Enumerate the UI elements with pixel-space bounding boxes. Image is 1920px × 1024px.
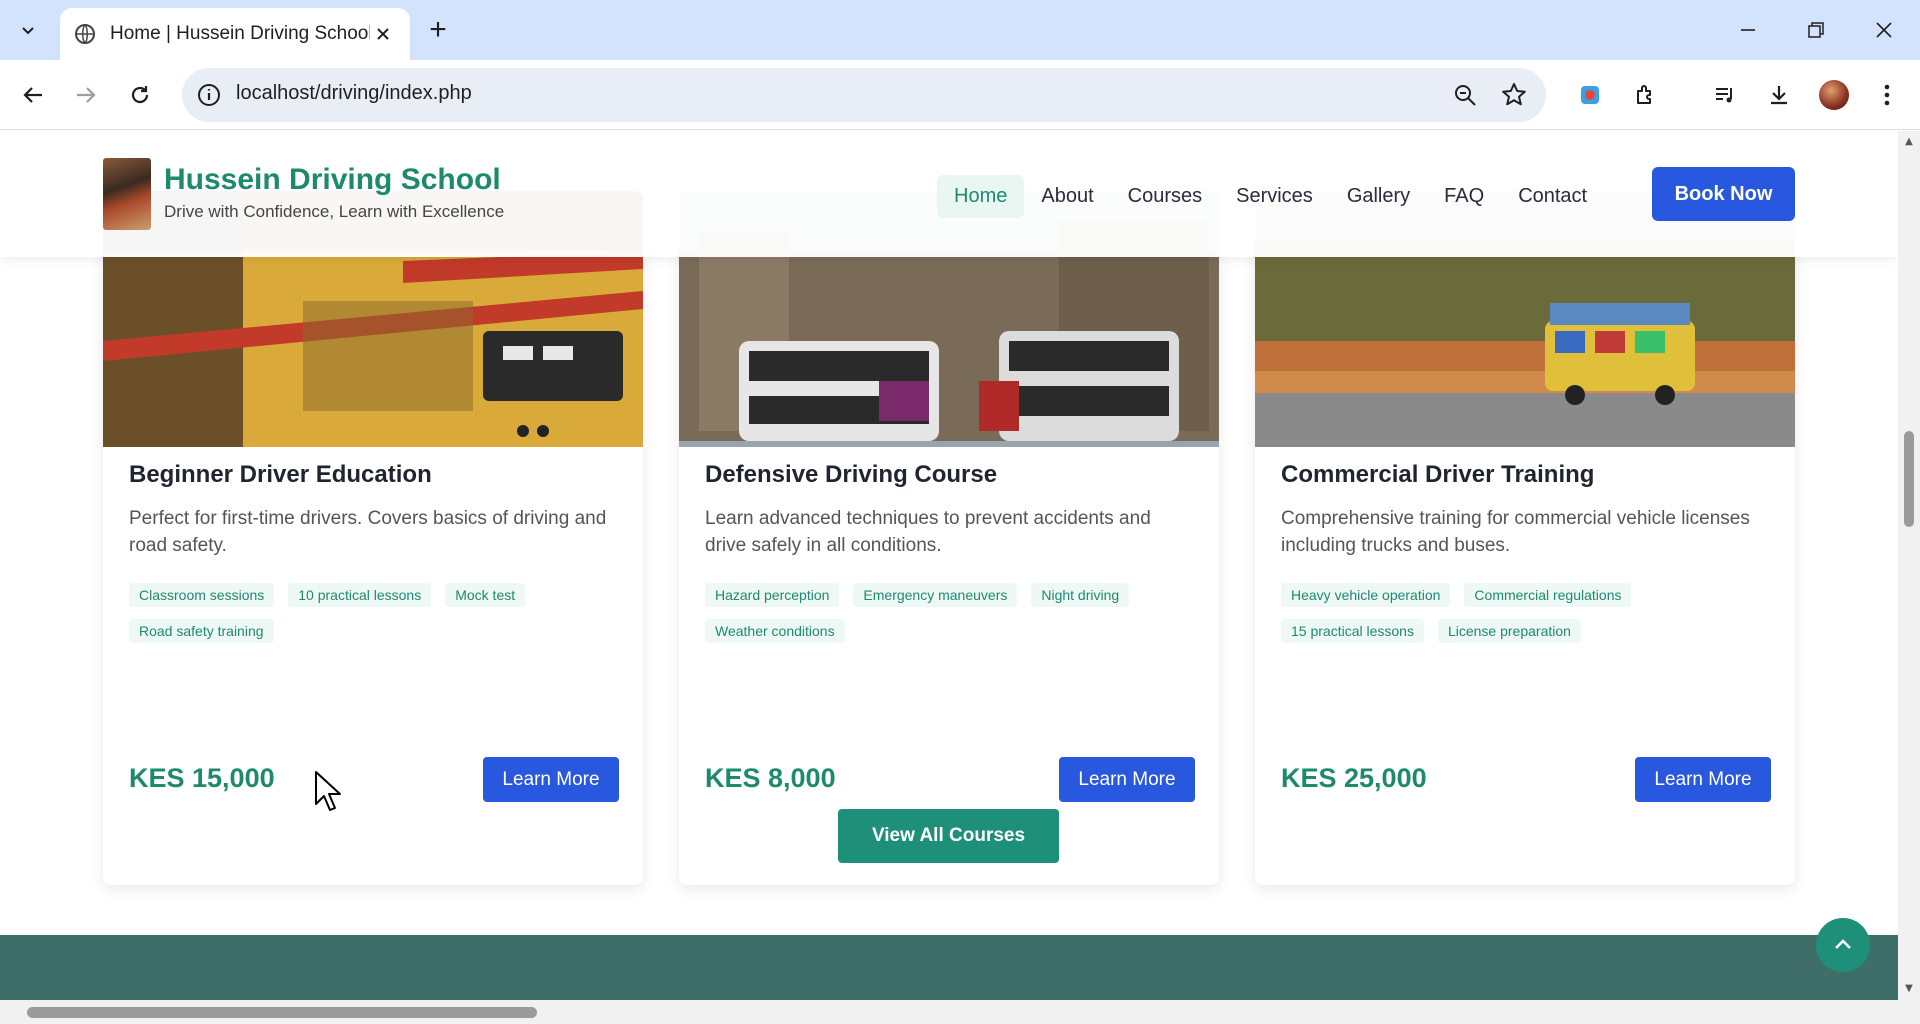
download-icon	[1771, 86, 1787, 105]
nav-item-gallery[interactable]: Gallery	[1330, 175, 1427, 218]
course-description: Perfect for first-time drivers. Covers b…	[129, 508, 607, 556]
zoom-icon[interactable]	[1452, 82, 1478, 108]
minimize-button[interactable]	[1728, 12, 1768, 48]
course-price: KES 8,000	[705, 763, 836, 793]
feature-tag: Classroom sessions	[129, 583, 275, 607]
back-to-top-button[interactable]	[1816, 918, 1870, 972]
avatar	[1819, 80, 1849, 110]
course-title: Commercial Driver Training	[1281, 461, 1595, 488]
feature-tag: 15 practical lessons	[1281, 619, 1424, 643]
tab-search-dropdown[interactable]	[10, 12, 46, 48]
course-description: Comprehensive training for commercial ve…	[1281, 508, 1750, 556]
feature-tag: License preparation	[1437, 619, 1581, 643]
feature-tag: Night driving	[1031, 583, 1130, 607]
feature-tag: Road safety training	[129, 619, 274, 643]
media-controls-button[interactable]	[1706, 76, 1744, 114]
feature-tag: Emergency maneuvers	[853, 583, 1018, 607]
reload-icon	[131, 86, 149, 104]
feature-tag: Commercial regulations	[1464, 583, 1632, 607]
browser-toolbar: localhost/driving/index.php	[0, 60, 1920, 130]
new-tab-button[interactable]: +	[422, 13, 454, 46]
chevron-up-icon	[1835, 939, 1851, 949]
nav-item-home[interactable]: Home	[937, 174, 1025, 218]
nav-item-contact[interactable]: Contact	[1501, 175, 1604, 218]
kebab-menu-icon	[1884, 84, 1890, 106]
feature-tag: Hazard perception	[705, 583, 840, 607]
learn-more-button[interactable]: Learn More	[483, 757, 619, 802]
feature-tag: 10 practical lessons	[288, 583, 432, 607]
site-info-icon[interactable]	[196, 82, 222, 108]
book-now-button[interactable]: Book Now	[1652, 167, 1795, 221]
nav-item-faq[interactable]: FAQ	[1427, 175, 1501, 218]
minimize-icon	[1741, 29, 1755, 31]
puzzle-icon	[1637, 85, 1651, 104]
logo-image[interactable]	[103, 158, 151, 230]
course-price: KES 25,000	[1281, 763, 1427, 793]
card-body: Commercial Driver Training Comprehensive…	[1281, 453, 1771, 643]
menu-button[interactable]	[1868, 76, 1906, 114]
globe-icon	[75, 24, 95, 44]
tab-title: Home | Hussein Driving School	[110, 23, 370, 44]
nav-item-about[interactable]: About	[1024, 175, 1110, 218]
view-all-courses-button[interactable]: View All Courses	[838, 809, 1059, 863]
course-title: Defensive Driving Course	[705, 461, 998, 488]
nav-item-services[interactable]: Services	[1219, 175, 1330, 218]
nav-item-courses[interactable]: Courses	[1111, 175, 1219, 218]
course-description: Learn advanced techniques to prevent acc…	[705, 508, 1151, 556]
browser-tab-bar: Home | Hussein Driving School +	[0, 0, 1920, 60]
course-features: Heavy vehicle operation Commercial regul…	[1281, 583, 1771, 643]
horizontal-scrollbar[interactable]	[0, 1000, 1920, 1024]
course-features: Hazard perception Emergency maneuvers Ni…	[705, 583, 1195, 643]
course-title: Beginner Driver Education	[129, 461, 432, 488]
course-card: Beginner Driver Education Perfect for fi…	[103, 191, 643, 885]
card-footer: KES 8,000 Learn More	[705, 757, 1195, 803]
card-body: Beginner Driver Education Perfect for fi…	[129, 453, 619, 643]
course-features: Classroom sessions 10 practical lessons …	[129, 583, 619, 643]
feature-tag: Mock test	[445, 583, 526, 607]
forward-button[interactable]	[67, 76, 105, 114]
back-button[interactable]	[14, 76, 52, 114]
vertical-scrollbar[interactable]: ▲ ▼	[1898, 131, 1920, 1000]
profile-button[interactable]	[1815, 76, 1853, 114]
card-footer: KES 25,000 Learn More	[1281, 757, 1771, 803]
restore-icon	[1808, 22, 1824, 38]
extension-recorder-button[interactable]	[1571, 76, 1609, 114]
url-text[interactable]: localhost/driving/index.php	[236, 82, 472, 105]
arrow-right-icon	[77, 87, 96, 103]
scroll-down-arrow-icon[interactable]: ▼	[1903, 984, 1915, 994]
site-header: Hussein Driving School Drive with Confid…	[0, 131, 1898, 257]
next-section-band	[0, 935, 1898, 1000]
extensions-button[interactable]	[1627, 76, 1665, 114]
brand-tagline: Drive with Confidence, Learn with Excell…	[164, 202, 505, 221]
record-extension-icon	[1581, 86, 1599, 104]
card-footer: KES 15,000 Learn More	[129, 757, 619, 803]
feature-tag: Weather conditions	[705, 619, 845, 643]
reload-button[interactable]	[121, 76, 159, 114]
main-nav: Home About Courses Services Gallery FAQ …	[937, 172, 1604, 220]
downloads-button[interactable]	[1760, 76, 1798, 114]
card-body: Defensive Driving Course Learn advanced …	[705, 453, 1195, 643]
arrow-left-icon	[23, 87, 42, 103]
close-icon	[1876, 22, 1892, 38]
page-viewport: Hussein Driving School Drive with Confid…	[0, 131, 1898, 1000]
browser-tab-active[interactable]: Home | Hussein Driving School	[60, 8, 410, 60]
vertical-scroll-thumb[interactable]	[1904, 431, 1914, 527]
chevron-down-icon	[22, 27, 34, 35]
address-bar[interactable]: localhost/driving/index.php	[182, 68, 1546, 122]
horizontal-scroll-thumb[interactable]	[27, 1007, 537, 1018]
learn-more-button[interactable]: Learn More	[1635, 757, 1771, 802]
playlist-icon	[1716, 88, 1732, 103]
close-window-button[interactable]	[1864, 12, 1904, 48]
brand-name[interactable]: Hussein Driving School	[164, 163, 501, 197]
restore-button[interactable]	[1796, 12, 1836, 48]
course-card: Defensive Driving Course Learn advanced …	[679, 191, 1219, 885]
scroll-up-arrow-icon[interactable]: ▲	[1903, 137, 1915, 147]
course-price: KES 15,000	[129, 763, 275, 793]
mouse-cursor-icon	[315, 771, 341, 811]
feature-tag: Heavy vehicle operation	[1281, 583, 1451, 607]
learn-more-button[interactable]: Learn More	[1059, 757, 1195, 802]
bookmark-star-icon[interactable]	[1500, 81, 1528, 109]
tab-close-icon[interactable]	[370, 21, 396, 47]
course-card: Commercial Driver Training Comprehensive…	[1255, 191, 1795, 885]
